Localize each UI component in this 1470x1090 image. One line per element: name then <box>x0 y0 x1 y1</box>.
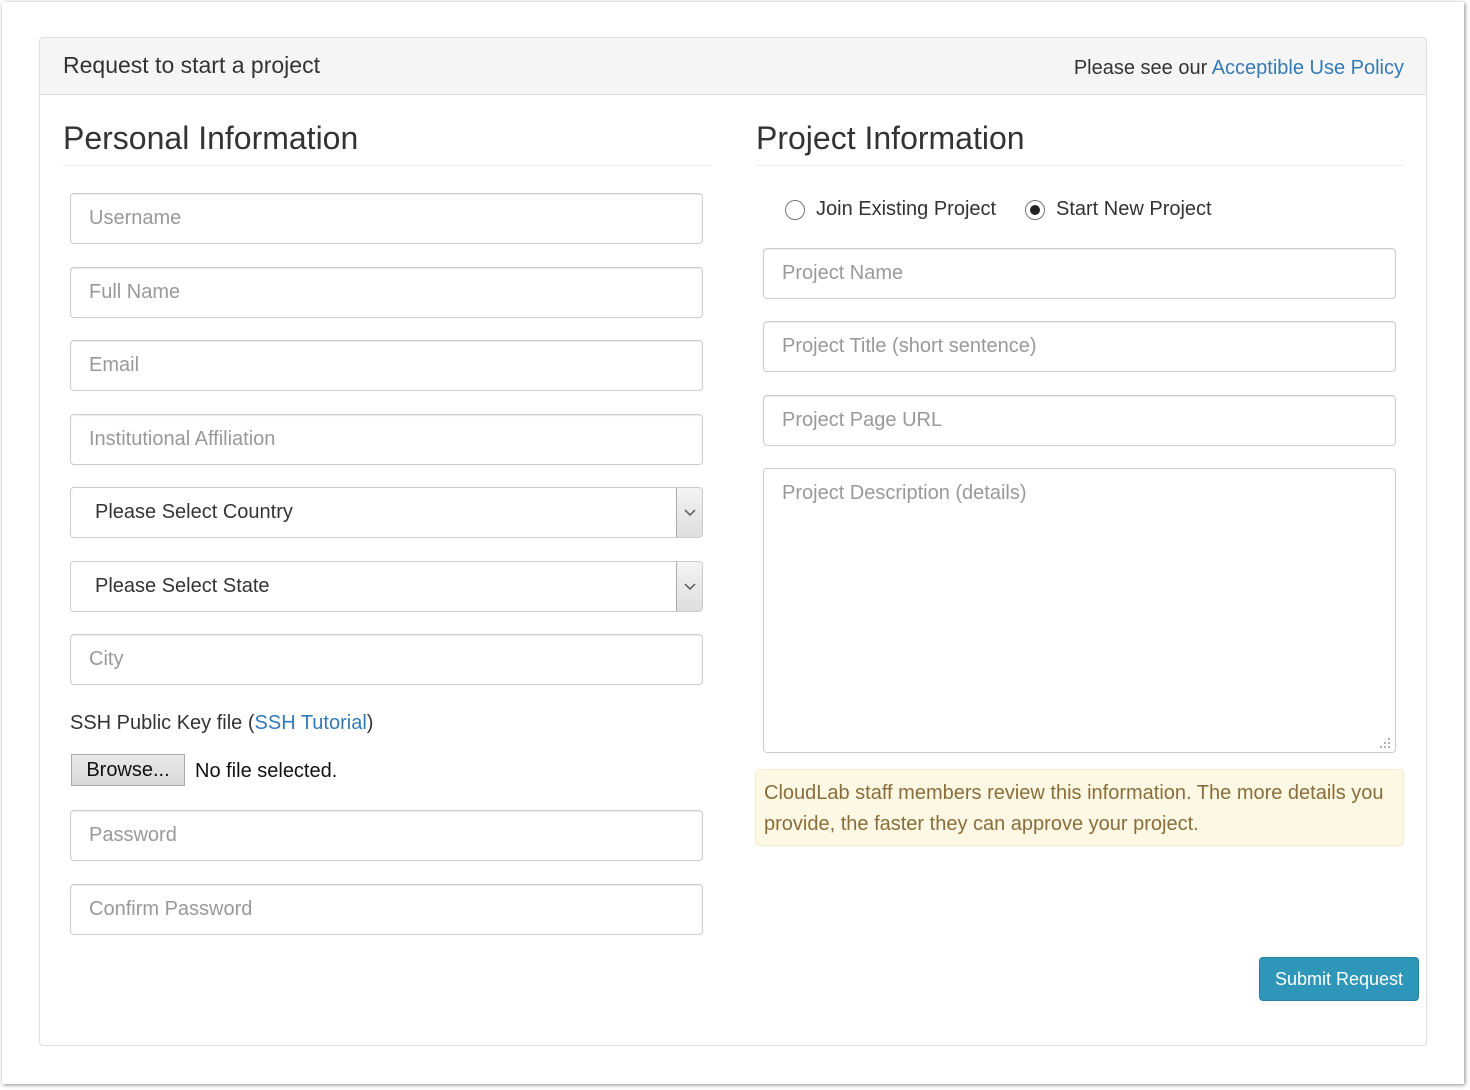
page-title: Request to start a project <box>63 52 320 78</box>
project-url-input[interactable] <box>763 395 1396 446</box>
project-info-heading: Project Information <box>756 120 1404 166</box>
project-description-textarea[interactable] <box>763 468 1396 753</box>
radio-join-existing[interactable]: Join Existing Project <box>785 198 996 221</box>
radio-start-new[interactable]: Start New Project <box>1025 198 1212 221</box>
state-select-value: Please Select State <box>95 575 270 597</box>
country-select[interactable]: Please Select Country <box>70 487 703 538</box>
resize-grip-icon[interactable] <box>1379 737 1391 749</box>
country-select-value: Please Select Country <box>95 501 293 523</box>
ssh-label-prefix: SSH Public Key file ( <box>70 712 255 734</box>
username-input[interactable] <box>70 193 703 244</box>
browse-button[interactable]: Browse... <box>71 754 185 786</box>
radio-join-label: Join Existing Project <box>816 198 997 220</box>
no-file-text: No file selected. <box>195 760 338 782</box>
project-name-input[interactable] <box>763 248 1396 299</box>
radio-checked-icon <box>1025 199 1045 220</box>
review-notice: CloudLab staff members review this infor… <box>755 769 1404 846</box>
password-input[interactable] <box>70 810 703 861</box>
state-select[interactable]: Please Select State <box>70 561 703 612</box>
acceptable-use-policy-link[interactable]: Acceptible Use Policy <box>1212 57 1404 79</box>
chevron-down-icon <box>676 488 702 537</box>
email-input[interactable] <box>70 340 703 391</box>
city-input[interactable] <box>70 634 703 685</box>
full-name-input[interactable] <box>70 267 703 318</box>
radio-new-label: Start New Project <box>1056 198 1212 220</box>
policy-notice: Please see our Acceptible Use Policy <box>1074 57 1404 80</box>
confirm-password-input[interactable] <box>70 884 703 935</box>
personal-info-heading: Personal Information <box>63 120 711 166</box>
ssh-tutorial-link[interactable]: SSH Tutorial <box>255 712 367 734</box>
ssh-label-suffix: ) <box>366 712 374 734</box>
submit-request-button[interactable]: Submit Request <box>1259 957 1419 1001</box>
chevron-down-icon <box>676 562 702 611</box>
panel-heading: Request to start a project Please see ou… <box>40 38 1426 95</box>
policy-prefix: Please see our <box>1073 57 1212 79</box>
ssh-key-label: SSH Public Key file (SSH Tutorial) <box>70 712 373 735</box>
radio-unchecked-icon <box>785 199 805 220</box>
affiliation-input[interactable] <box>70 414 703 465</box>
project-title-input[interactable] <box>763 321 1396 372</box>
